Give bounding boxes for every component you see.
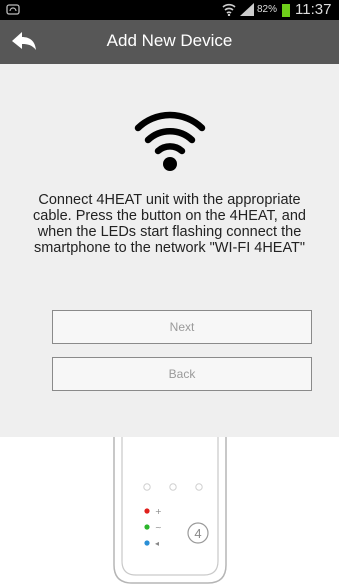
led-blue xyxy=(144,540,150,546)
app-notification-icon xyxy=(6,4,20,15)
led-red xyxy=(144,508,150,514)
page-title: Add New Device xyxy=(106,31,233,50)
device-logo: 4 xyxy=(194,526,201,541)
svg-text:~: ~ xyxy=(155,523,162,532)
content-panel: Connect 4HEAT unit with the appropriate … xyxy=(0,64,339,437)
svg-text:◂: ◂ xyxy=(155,539,159,548)
4heat-device-image: + ~ ◂ 4 xyxy=(113,437,227,584)
back-button[interactable]: Back xyxy=(52,357,312,391)
wifi-signal-icon xyxy=(222,3,236,16)
device-illustration: + ~ ◂ 4 xyxy=(0,437,339,584)
cell-signal-icon xyxy=(240,3,254,16)
next-button[interactable]: Next xyxy=(52,310,312,344)
title-bar: Add New Device xyxy=(0,20,339,64)
battery-percent: 82% xyxy=(257,4,278,15)
led-green xyxy=(144,524,150,530)
clock: 11:37 xyxy=(295,1,332,18)
battery-icon xyxy=(282,4,290,17)
instructions-text: Connect 4HEAT unit with the appropriate … xyxy=(33,192,306,256)
status-bar: 82% 11:37 xyxy=(0,0,339,20)
svg-text:+: + xyxy=(155,507,162,516)
wifi-icon xyxy=(134,111,206,171)
